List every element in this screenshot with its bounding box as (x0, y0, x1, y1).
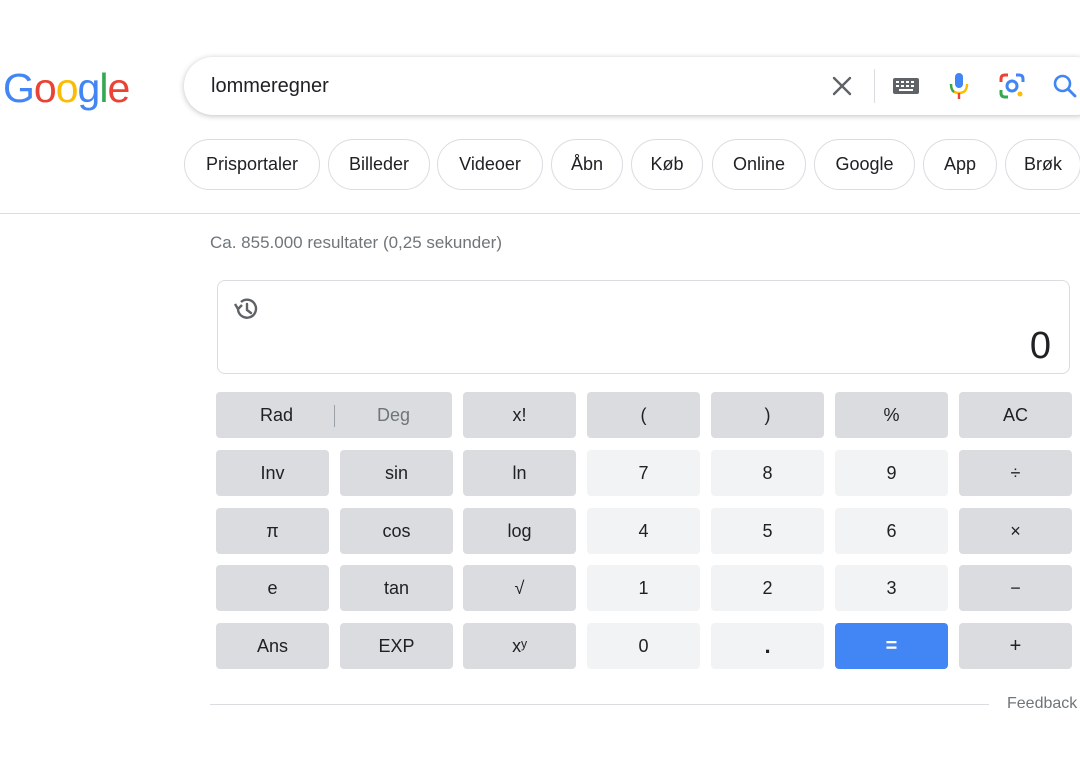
digit-7-key[interactable]: 7 (587, 450, 700, 496)
chip-billeder[interactable]: Billeder (328, 139, 430, 190)
open-paren-key[interactable]: ( (587, 392, 700, 438)
chip-online[interactable]: Online (712, 139, 806, 190)
digit-5-key[interactable]: 5 (711, 508, 824, 554)
chip-videoer[interactable]: Videoer (437, 139, 543, 190)
plus-key[interactable]: + (959, 623, 1072, 669)
pi-key[interactable]: π (216, 508, 329, 554)
deg-option[interactable]: Deg (377, 405, 410, 426)
display-value: 0 (1029, 325, 1051, 367)
chip-broek[interactable]: Brøk (1005, 139, 1080, 190)
calculator-footer-divider (210, 704, 989, 705)
digit-0-key[interactable]: 0 (587, 623, 700, 669)
digit-6-key[interactable]: 6 (835, 508, 948, 554)
keyboard-icon[interactable] (891, 71, 921, 101)
logo-letter: G (3, 65, 35, 111)
calculator-display: 0 (217, 280, 1070, 374)
all-clear-key[interactable]: AC (959, 392, 1072, 438)
sqrt-key[interactable]: √ (463, 565, 576, 611)
logo-letter: g (77, 65, 101, 111)
search-divider (874, 69, 875, 103)
search-results-page: Google lommeregner Prisportaler Billeder… (0, 0, 1080, 768)
history-icon[interactable] (232, 295, 260, 323)
google-logo[interactable]: Google (3, 62, 130, 114)
feedback-link[interactable]: Feedback (1007, 695, 1077, 713)
digit-2-key[interactable]: 2 (711, 565, 824, 611)
result-stats: Ca. 855.000 resultater (0,25 sekunder) (210, 233, 503, 252)
digit-1-key[interactable]: 1 (587, 565, 700, 611)
lens-icon[interactable] (997, 71, 1027, 101)
rad-option[interactable]: Rad (260, 405, 293, 426)
digit-3-key[interactable]: 3 (835, 565, 948, 611)
search-input[interactable]: lommeregner (211, 75, 329, 98)
decimal-point-key[interactable]: . (711, 623, 824, 669)
minus-key[interactable]: − (959, 565, 1072, 611)
ln-key[interactable]: ln (463, 450, 576, 496)
close-paren-key[interactable]: ) (711, 392, 824, 438)
answer-key[interactable]: Ans (216, 623, 329, 669)
equals-key[interactable]: = (835, 623, 948, 669)
digit-4-key[interactable]: 4 (587, 508, 700, 554)
logo-letter: o (33, 65, 57, 111)
rad-deg-toggle[interactable]: Rad Deg (216, 392, 452, 438)
factorial-key[interactable]: x! (463, 392, 576, 438)
rad-deg-separator (334, 405, 335, 427)
chip-aabn[interactable]: Åbn (551, 139, 623, 190)
clear-icon[interactable] (827, 71, 857, 101)
cos-key[interactable]: cos (340, 508, 453, 554)
digit-9-key[interactable]: 9 (835, 450, 948, 496)
digit-8-key[interactable]: 8 (711, 450, 824, 496)
search-icon[interactable] (1050, 71, 1080, 101)
chip-app[interactable]: App (923, 139, 997, 190)
logo-letter: e (107, 65, 130, 111)
chip-koeb[interactable]: Køb (631, 139, 703, 190)
divide-key[interactable]: ÷ (959, 450, 1072, 496)
tan-key[interactable]: tan (340, 565, 453, 611)
header-divider (0, 213, 1080, 214)
log-key[interactable]: log (463, 508, 576, 554)
logo-letter: l (99, 65, 108, 111)
chip-prisportaler[interactable]: Prisportaler (184, 139, 320, 190)
sin-key[interactable]: sin (340, 450, 453, 496)
euler-key[interactable]: e (216, 565, 329, 611)
inverse-key[interactable]: Inv (216, 450, 329, 496)
percent-key[interactable]: % (835, 392, 948, 438)
search-box[interactable]: lommeregner (184, 57, 1080, 115)
chip-google[interactable]: Google (814, 139, 915, 190)
multiply-key[interactable]: × (959, 508, 1072, 554)
microphone-icon[interactable] (944, 71, 974, 101)
exp-key[interactable]: EXP (340, 623, 453, 669)
logo-letter: o (55, 65, 79, 111)
power-key[interactable]: xʸ (463, 623, 576, 669)
